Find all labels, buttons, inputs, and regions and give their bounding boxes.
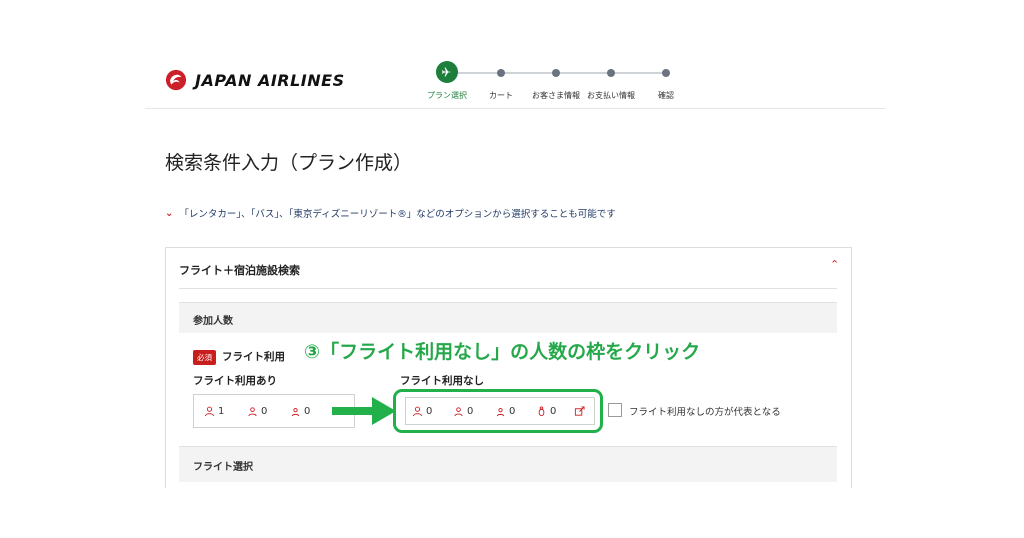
airplane-icon (442, 67, 452, 77)
jal-logo[interactable]: JAPAN AIRLINES (165, 66, 395, 94)
child-count: 0 (247, 395, 267, 427)
step-label-confirm: 確認 (658, 91, 674, 100)
step-payment-dot (607, 69, 615, 77)
passengers-section-header (179, 302, 837, 333)
step-cart-dot (497, 69, 505, 77)
panel-title: フライト＋宿泊施設検索 (179, 264, 300, 277)
options-notice[interactable]: ⌄ 「レンタカー」、「バス」、「東京ディズニーリゾート®」などのオプションから選… (165, 206, 616, 221)
highlight-frame (393, 389, 603, 433)
progress-steps: プラン選択 カート お客さま情報 お支払い情報 確認 (420, 60, 690, 104)
step-label-payment: お支払い情報 (587, 91, 635, 100)
instruction-caption: ③「フライト利用なし」の人数の枠をクリック (300, 336, 705, 365)
step-plan-active (436, 61, 458, 83)
step-label-cart: カート (489, 91, 513, 100)
small-child-count: 0 (290, 395, 310, 427)
step-label-customer: お客さま情報 (532, 91, 580, 100)
crane-logo-icon (165, 69, 187, 91)
small-child-count-value: 0 (304, 405, 311, 417)
header-divider (145, 108, 885, 109)
small-child-icon (291, 407, 300, 416)
panel-divider (179, 288, 837, 289)
chevron-down-icon: ⌄ (165, 207, 174, 219)
collapse-caret-icon[interactable]: ⌃ (830, 258, 839, 271)
child-icon (248, 406, 257, 416)
child-count-value: 0 (261, 405, 268, 417)
adult-count: 1 (204, 395, 224, 427)
page-title: 検索条件入力（プラン作成） (165, 152, 413, 174)
flight-section-header (179, 447, 837, 482)
step-label-plan: プラン選択 (427, 91, 467, 100)
options-notice-text: 「レンタカー」、「バス」、「東京ディズニーリゾート®」などのオプションから選択す… (179, 209, 616, 220)
without-flight-label: フライト利用なし (400, 375, 484, 387)
step-customer-dot (552, 69, 560, 77)
representative-checkbox[interactable] (608, 403, 622, 417)
representative-checkbox-label: フライト利用なしの方が代表となる (629, 407, 781, 418)
flight-section-label: フライト選択 (193, 462, 253, 473)
required-badge: 必須 (193, 350, 216, 365)
flight-use-label: フライト利用 (222, 351, 285, 363)
passengers-section-label: 参加人数 (193, 316, 233, 327)
step-confirm-dot (662, 69, 670, 77)
brand-name: JAPAN AIRLINES (195, 70, 345, 90)
with-flight-label: フライト利用あり (193, 375, 277, 387)
adult-count-value: 1 (218, 405, 225, 417)
person-icon (204, 406, 215, 416)
green-arrow-icon (332, 397, 396, 425)
